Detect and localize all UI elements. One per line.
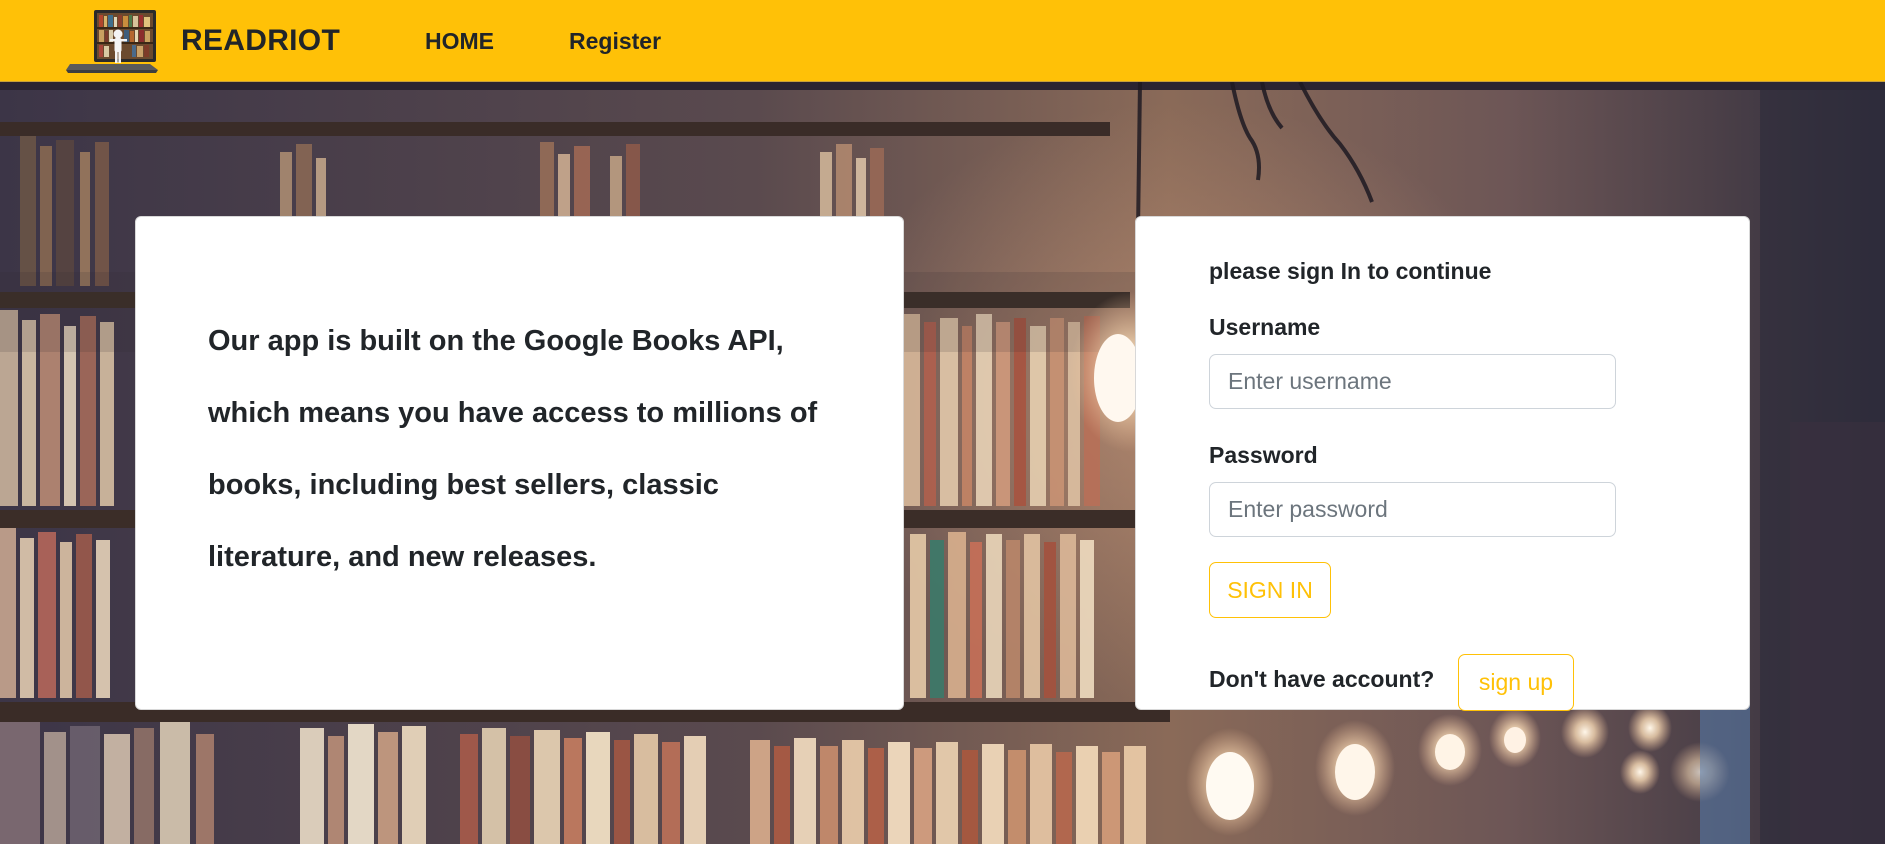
navbar: READRIOT HOME Register: [0, 0, 1885, 82]
sign-up-button[interactable]: sign up: [1458, 654, 1574, 711]
info-card: Our app is built on the Google Books API…: [135, 216, 904, 710]
brand-title[interactable]: READRIOT: [181, 20, 340, 62]
info-description: Our app is built on the Google Books API…: [208, 325, 818, 573]
sign-in-button[interactable]: SIGN IN: [1209, 562, 1331, 618]
password-label: Password: [1209, 442, 1318, 468]
logo-link[interactable]: [66, 8, 162, 74]
nav-link-register[interactable]: Register: [569, 24, 661, 58]
laptop-books-logo-icon: [66, 10, 158, 73]
username-label: Username: [1209, 314, 1321, 340]
login-card: please sign In to continue Username Pass…: [1135, 216, 1750, 711]
login-heading: please sign In to continue: [1209, 258, 1492, 284]
password-input[interactable]: [1209, 482, 1616, 537]
nav-link-home[interactable]: HOME: [425, 24, 494, 58]
username-input[interactable]: [1209, 354, 1616, 409]
no-account-text: Don't have account?: [1209, 666, 1435, 692]
